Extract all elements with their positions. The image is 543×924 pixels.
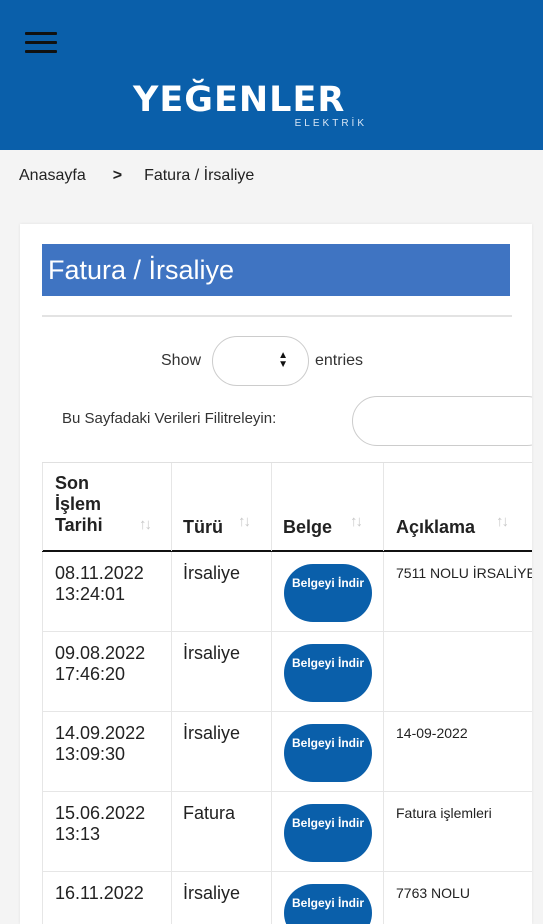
cell-date-time: 13:13 xyxy=(55,824,101,844)
column-header-label: Türü xyxy=(183,517,223,537)
cell-description: 7763 NOLU xyxy=(396,885,470,901)
column-header-date[interactable]: Son İşlem Tarihi ↑↓ xyxy=(42,463,172,551)
cell-date-day: 09.08.2022 xyxy=(55,643,146,663)
filter-input[interactable] xyxy=(352,396,532,446)
cell-type: İrsaliye xyxy=(172,712,272,792)
sort-arrows-icon: ↑↓ xyxy=(238,513,251,530)
hamburger-menu-icon[interactable] xyxy=(25,32,57,54)
cell-description xyxy=(384,632,532,712)
cell-type: İrsaliye xyxy=(172,552,272,632)
column-header-document[interactable]: Belge ↑↓ xyxy=(272,463,384,551)
filter-label: Bu Sayfadaki Verileri Filitreleyin: xyxy=(62,410,277,427)
table-row: 09.08.2022 17:46:20 İrsaliye Belgeyi İnd… xyxy=(42,632,532,712)
sort-arrows-icon: ↑↓ xyxy=(350,513,363,530)
download-button[interactable]: Belgeyi İndir xyxy=(284,724,372,782)
brand-logo[interactable]: YEĞENLER ELEKTRİK xyxy=(133,80,373,136)
top-header: YEĞENLER ELEKTRİK xyxy=(0,0,543,150)
breadcrumb-home-link[interactable]: Anasayfa xyxy=(19,167,86,185)
cell-date: 15.06.2022 13:13 xyxy=(42,792,172,872)
page-length-control: Show ▲ ▼ entries xyxy=(20,336,532,388)
breadcrumb: Anasayfa > Fatura / İrsaliye xyxy=(0,150,543,202)
cell-description: Fatura işlemleri xyxy=(396,805,492,821)
column-header-label: Son İşlem Tarihi xyxy=(55,473,103,535)
show-label: Show xyxy=(161,352,202,369)
cell-date-day: 16.11.2022 xyxy=(55,883,144,903)
select-arrows-icon: ▲ ▼ xyxy=(278,350,288,370)
chevron-right-icon: > xyxy=(112,167,123,184)
documents-table: Son İşlem Tarihi ↑↓ Türü ↑↓ Belge ↑↓ Açı… xyxy=(42,462,532,924)
column-header-label: Belge xyxy=(283,517,333,537)
content-card: Fatura / İrsaliye Show ▲ ▼ entries Bu Say… xyxy=(20,224,532,924)
logo-subtitle: ELEKTRİK xyxy=(294,118,367,129)
cell-date-day: 08.11.2022 xyxy=(55,563,144,583)
cell-date-time: 13:09:30 xyxy=(55,744,126,764)
cell-date-day: 15.06.2022 xyxy=(55,803,146,823)
download-button[interactable]: Belgeyi İndir xyxy=(284,644,372,702)
cell-description: 7511 NOLU İRSALİYE xyxy=(396,565,532,581)
column-header-label: Açıklama xyxy=(396,517,476,537)
cell-type: İrsaliye xyxy=(172,632,272,712)
cell-date: 08.11.2022 13:24:01 xyxy=(42,552,172,632)
divider xyxy=(42,315,512,317)
cell-type: İrsaliye xyxy=(172,872,272,924)
cell-description: 14-09-2022 xyxy=(396,725,468,741)
cell-date-time: 13:24:01 xyxy=(55,584,126,604)
cell-date: 16.11.2022 xyxy=(42,872,172,924)
table-header-row: Son İşlem Tarihi ↑↓ Türü ↑↓ Belge ↑↓ Açı… xyxy=(42,462,532,552)
cell-date-time: 17:46:20 xyxy=(55,664,126,684)
cell-date: 09.08.2022 17:46:20 xyxy=(42,632,172,712)
column-header-description[interactable]: Açıklama ↑↓ xyxy=(384,463,532,551)
cell-document: Belgeyi İndir xyxy=(272,552,384,632)
column-header-type[interactable]: Türü ↑↓ xyxy=(172,463,272,551)
download-button[interactable]: Belgeyi İndir xyxy=(284,564,372,622)
page-title: Fatura / İrsaliye xyxy=(42,244,510,296)
cell-document: Belgeyi İndir xyxy=(272,712,384,792)
breadcrumb-current: Fatura / İrsaliye xyxy=(144,167,255,184)
sort-arrows-icon: ↑↓ xyxy=(139,516,152,533)
sort-arrows-icon: ↑↓ xyxy=(496,513,509,530)
entries-label: entries xyxy=(315,352,364,369)
table-row: 14.09.2022 13:09:30 İrsaliye Belgeyi İnd… xyxy=(42,712,532,792)
table-row: 15.06.2022 13:13 Fatura Belgeyi İndir Fa… xyxy=(42,792,532,872)
table-row: 16.11.2022 İrsaliye Belgeyi İndir 7763 N… xyxy=(42,872,532,924)
cell-type: Fatura xyxy=(172,792,272,872)
cell-date-day: 14.09.2022 xyxy=(55,723,146,743)
logo-wordmark: YEĞENLER xyxy=(133,80,346,120)
entries-select[interactable]: ▲ ▼ xyxy=(212,336,309,386)
table-row: 08.11.2022 13:24:01 İrsaliye Belgeyi İnd… xyxy=(42,552,532,632)
cell-document: Belgeyi İndir xyxy=(272,792,384,872)
cell-date: 14.09.2022 13:09:30 xyxy=(42,712,172,792)
cell-document: Belgeyi İndir xyxy=(272,632,384,712)
cell-document: Belgeyi İndir xyxy=(272,872,384,924)
download-button[interactable]: Belgeyi İndir xyxy=(284,804,372,862)
download-button[interactable]: Belgeyi İndir xyxy=(284,884,372,924)
